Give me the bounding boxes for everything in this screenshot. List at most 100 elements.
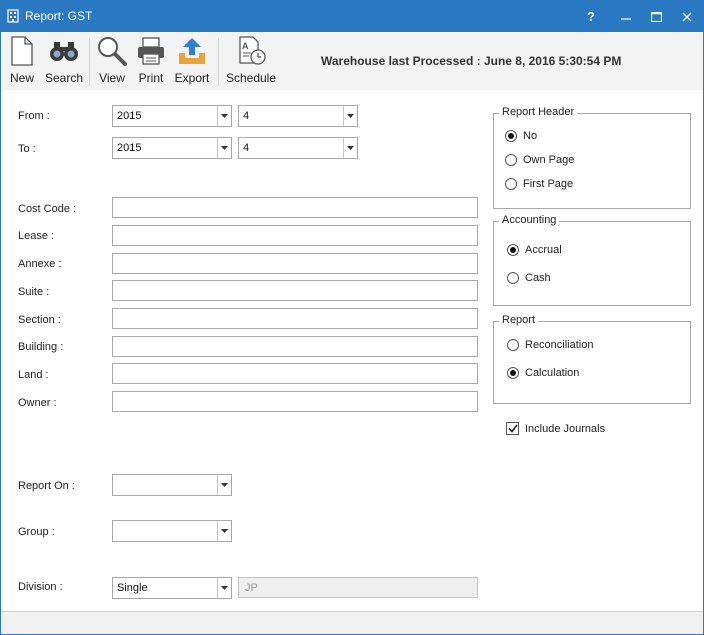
radio-selected-icon bbox=[507, 367, 519, 379]
report-type-legend: Report bbox=[499, 314, 539, 326]
toolbar-separator bbox=[89, 38, 90, 86]
chevron-down-icon[interactable] bbox=[217, 106, 231, 126]
chevron-down-icon[interactable] bbox=[343, 138, 357, 158]
chevron-down-icon[interactable] bbox=[217, 475, 231, 495]
warehouse-processed-text: Warehouse last Processed : June 8, 2016 … bbox=[321, 54, 622, 68]
search-button[interactable]: Search bbox=[45, 36, 83, 88]
new-button[interactable]: New bbox=[6, 36, 38, 88]
report-header-no-radio[interactable]: No bbox=[505, 130, 537, 142]
status-bar bbox=[1, 611, 703, 634]
schedule-label: Schedule bbox=[225, 71, 277, 85]
magnifier-icon bbox=[96, 36, 128, 66]
cost-code-field[interactable] bbox=[112, 197, 478, 218]
chevron-down-icon[interactable] bbox=[343, 106, 357, 126]
chevron-down-icon[interactable] bbox=[217, 521, 231, 541]
division-code-field: JP bbox=[238, 577, 478, 598]
report-header-first-page-radio[interactable]: First Page bbox=[505, 178, 573, 190]
report-reconciliation-radio[interactable]: Reconciliation bbox=[507, 339, 593, 351]
radio-label: Accrual bbox=[525, 244, 562, 256]
lease-field[interactable] bbox=[112, 225, 478, 246]
to-year-select[interactable]: 2015 bbox=[112, 137, 232, 159]
minimize-icon bbox=[621, 17, 631, 20]
to-period-value: 4 bbox=[243, 142, 250, 154]
report-on-label: Report On : bbox=[18, 480, 75, 492]
radio-selected-icon bbox=[505, 130, 517, 142]
chevron-down-icon[interactable] bbox=[217, 138, 231, 158]
from-period-select[interactable]: 4 bbox=[238, 105, 358, 127]
division-label: Division : bbox=[18, 581, 63, 593]
close-button[interactable] bbox=[671, 1, 703, 32]
include-journals-label: Include Journals bbox=[525, 422, 606, 435]
radio-unselected-icon bbox=[505, 178, 517, 190]
report-on-select[interactable] bbox=[112, 474, 232, 496]
report-window: Report: GST ? New Search View Print Expo… bbox=[0, 0, 704, 635]
toolbar-separator bbox=[218, 38, 219, 86]
division-select[interactable]: Single bbox=[112, 577, 232, 599]
view-label: View bbox=[99, 71, 125, 85]
chevron-down-icon[interactable] bbox=[217, 578, 231, 598]
help-button[interactable]: ? bbox=[575, 1, 607, 32]
print-label: Print bbox=[138, 71, 164, 85]
section-field[interactable] bbox=[112, 308, 478, 329]
export-button[interactable]: Export bbox=[173, 36, 211, 88]
minimize-button[interactable] bbox=[610, 1, 642, 32]
view-button[interactable]: View bbox=[96, 36, 128, 88]
building-icon bbox=[7, 9, 19, 23]
title-bar: Report: GST ? bbox=[1, 1, 703, 32]
report-calculation-radio[interactable]: Calculation bbox=[507, 367, 579, 379]
division-value: Single bbox=[117, 582, 148, 594]
to-period-select[interactable]: 4 bbox=[238, 137, 358, 159]
include-journals-checkbox[interactable]: Include Journals bbox=[506, 422, 605, 435]
checkmark-icon bbox=[506, 422, 519, 435]
schedule-button[interactable]: A Schedule bbox=[225, 36, 277, 88]
accounting-accrual-radio[interactable]: Accrual bbox=[507, 244, 562, 256]
radio-unselected-icon bbox=[507, 272, 519, 284]
radio-label: Own Page bbox=[523, 154, 575, 166]
binoculars-icon bbox=[48, 36, 80, 66]
from-year-value: 2015 bbox=[117, 110, 142, 122]
group-select[interactable] bbox=[112, 520, 232, 542]
radio-label: Cash bbox=[525, 272, 551, 284]
report-header-own-page-radio[interactable]: Own Page bbox=[505, 154, 574, 166]
new-document-icon bbox=[6, 36, 38, 66]
to-year-value: 2015 bbox=[117, 142, 142, 154]
lease-label: Lease : bbox=[18, 230, 55, 242]
to-label: To : bbox=[18, 143, 36, 155]
new-label: New bbox=[9, 71, 34, 85]
report-header-legend: Report Header bbox=[499, 106, 578, 118]
svg-text:A: A bbox=[242, 41, 249, 51]
close-icon bbox=[682, 12, 692, 21]
building-label: Building : bbox=[18, 341, 64, 353]
land-field[interactable] bbox=[112, 363, 478, 384]
accounting-legend: Accounting bbox=[499, 214, 560, 226]
maximize-icon bbox=[650, 11, 662, 22]
accounting-cash-radio[interactable]: Cash bbox=[507, 272, 551, 284]
land-label: Land : bbox=[18, 369, 49, 381]
owner-label: Owner : bbox=[18, 397, 57, 409]
from-label: From : bbox=[18, 110, 50, 122]
export-label: Export bbox=[174, 71, 210, 85]
radio-selected-icon bbox=[507, 244, 519, 256]
radio-unselected-icon bbox=[507, 339, 519, 351]
printer-icon bbox=[135, 36, 167, 66]
radio-label: No bbox=[523, 130, 538, 142]
report-header-group: Report Header No Own Page First Page bbox=[493, 106, 691, 209]
maximize-button[interactable] bbox=[640, 1, 672, 32]
annexe-label: Annexe : bbox=[18, 258, 62, 270]
radio-label: Calculation bbox=[525, 367, 580, 379]
report-type-group: Report Reconciliation Calculation bbox=[493, 314, 691, 404]
from-year-select[interactable]: 2015 bbox=[112, 105, 232, 127]
owner-field[interactable] bbox=[112, 391, 478, 412]
schedule-icon: A bbox=[235, 36, 267, 66]
cost-code-label: Cost Code : bbox=[18, 203, 77, 215]
suite-field[interactable] bbox=[112, 280, 478, 301]
accounting-group: Accounting Accrual Cash bbox=[493, 214, 691, 306]
group-label: Group : bbox=[18, 526, 55, 538]
division-code-value: JP bbox=[245, 582, 258, 594]
print-button[interactable]: Print bbox=[135, 36, 167, 88]
suite-label: Suite : bbox=[18, 286, 50, 298]
building-field[interactable] bbox=[112, 336, 478, 357]
export-tray-icon bbox=[176, 36, 208, 66]
radio-label: Reconciliation bbox=[525, 339, 594, 351]
annexe-field[interactable] bbox=[112, 253, 478, 274]
